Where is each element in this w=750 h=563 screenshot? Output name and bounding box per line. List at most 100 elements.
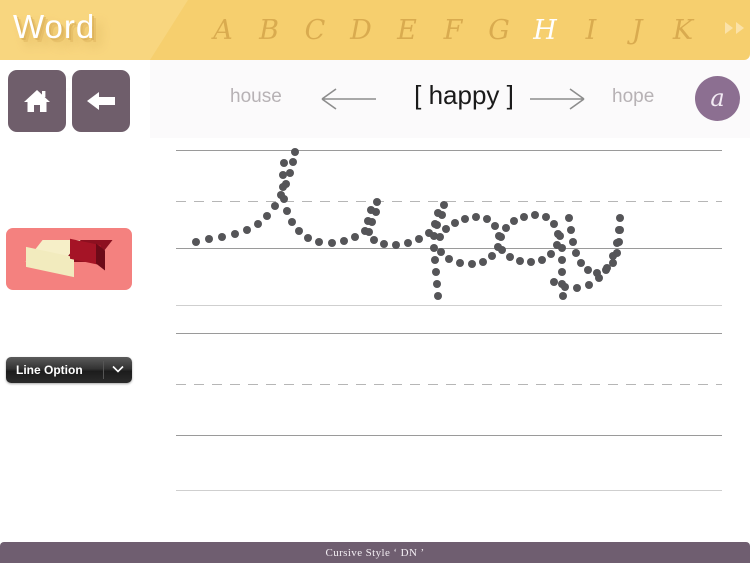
trace-dot bbox=[558, 244, 566, 252]
alphabet-letter-i[interactable]: I bbox=[568, 15, 614, 46]
trace-dot bbox=[328, 239, 336, 247]
trace-dot bbox=[442, 225, 450, 233]
page-title: Word bbox=[13, 8, 96, 45]
alphabet-letter-d[interactable]: D bbox=[338, 15, 384, 46]
alphabet-letter-j[interactable]: J bbox=[614, 15, 660, 46]
home-icon bbox=[24, 90, 50, 112]
next-word-button[interactable] bbox=[528, 84, 588, 114]
avatar-letter: a bbox=[710, 83, 725, 112]
next-word-label[interactable]: hope bbox=[612, 86, 654, 108]
ruled-line-7 bbox=[176, 490, 722, 491]
trace-dot bbox=[271, 202, 279, 210]
trace-dot bbox=[456, 259, 464, 267]
trace-dot bbox=[497, 233, 505, 241]
line-option-dropdown[interactable]: Line Option bbox=[6, 357, 132, 383]
previous-word-button[interactable] bbox=[318, 84, 378, 114]
home-button[interactable] bbox=[8, 70, 66, 132]
trace-dot bbox=[577, 259, 585, 267]
fast-forward-triangle-1 bbox=[725, 22, 733, 34]
current-word-label: [ happy ] bbox=[414, 80, 514, 110]
trace-dot bbox=[527, 258, 535, 266]
trace-dot bbox=[279, 183, 287, 191]
trace-dot bbox=[558, 268, 566, 276]
trace-dot bbox=[415, 235, 423, 243]
trace-dot bbox=[283, 207, 291, 215]
trace-dot bbox=[488, 252, 496, 260]
alphabet-strip[interactable]: A B C D E F G H I J K bbox=[200, 0, 706, 60]
trace-dot bbox=[192, 238, 200, 246]
alphabet-letter-c[interactable]: C bbox=[292, 15, 338, 46]
trace-dot bbox=[520, 213, 528, 221]
alphabet-letter-b[interactable]: B bbox=[246, 15, 292, 46]
trace-dot bbox=[280, 195, 288, 203]
trace-dot bbox=[565, 214, 573, 222]
trace-dot bbox=[218, 233, 226, 241]
ruled-line-1 bbox=[176, 201, 722, 202]
tool-sidebar: Line Option bbox=[0, 60, 150, 563]
trace-dot bbox=[367, 206, 375, 214]
trace-dot bbox=[404, 239, 412, 247]
trace-dot bbox=[483, 215, 491, 223]
alphabet-letter-k[interactable]: K bbox=[660, 15, 706, 46]
trace-dot bbox=[436, 233, 444, 241]
trace-dot bbox=[432, 268, 440, 276]
cursive-style-label: Cursive Style ‘ DN ’ bbox=[325, 546, 425, 559]
trace-dot bbox=[547, 250, 555, 258]
alphabet-letter-e[interactable]: E bbox=[384, 15, 430, 46]
alphabet-letter-g[interactable]: G bbox=[476, 15, 522, 46]
fast-forward-icon[interactable] bbox=[725, 22, 744, 34]
word-navigation-bar: house [ happy ] hope a bbox=[150, 60, 750, 138]
trace-dot bbox=[373, 198, 381, 206]
trace-dot bbox=[550, 220, 558, 228]
trace-dot bbox=[392, 241, 400, 249]
trace-dot bbox=[431, 256, 439, 264]
trace-dot bbox=[550, 278, 558, 286]
chevron-down-glyph bbox=[112, 365, 124, 373]
trace-dot bbox=[510, 217, 518, 225]
trace-dot bbox=[502, 224, 510, 232]
trace-dot bbox=[437, 248, 445, 256]
eraser-button[interactable] bbox=[6, 228, 132, 290]
trace-dot bbox=[559, 292, 567, 300]
alphabet-letter-h[interactable]: H bbox=[522, 15, 568, 46]
trace-dot bbox=[340, 237, 348, 245]
arrow-right-icon bbox=[530, 88, 585, 110]
alphabet-letter-f[interactable]: F bbox=[430, 15, 476, 46]
alphabet-letter-a[interactable]: A bbox=[200, 15, 246, 46]
ruled-line-2 bbox=[176, 248, 722, 249]
eraser-icon bbox=[25, 238, 113, 280]
trace-dot bbox=[616, 214, 624, 222]
ruled-line-4 bbox=[176, 333, 722, 334]
previous-word-label[interactable]: house bbox=[230, 86, 282, 108]
trace-dot bbox=[561, 283, 569, 291]
trace-dot bbox=[479, 258, 487, 266]
trace-dot bbox=[542, 213, 550, 221]
trace-dot bbox=[573, 284, 581, 292]
ruled-line-0 bbox=[176, 150, 722, 151]
trace-dot bbox=[433, 280, 441, 288]
trace-dot bbox=[243, 226, 251, 234]
back-arrow-icon bbox=[87, 92, 115, 110]
trace-dot bbox=[286, 169, 294, 177]
avatar[interactable]: a bbox=[695, 76, 740, 121]
writing-canvas[interactable] bbox=[150, 138, 750, 542]
back-button[interactable] bbox=[72, 70, 130, 132]
trace-dot bbox=[351, 233, 359, 241]
footer-bar: Cursive Style ‘ DN ’ bbox=[0, 542, 750, 563]
trace-dot bbox=[380, 240, 388, 248]
trace-dot bbox=[556, 232, 564, 240]
trace-dot bbox=[558, 256, 566, 264]
trace-dot bbox=[315, 238, 323, 246]
ruled-line-6 bbox=[176, 435, 722, 436]
trace-dot bbox=[615, 226, 623, 234]
ruled-line-3 bbox=[176, 305, 722, 306]
trace-dot bbox=[491, 222, 499, 230]
trace-dot bbox=[279, 171, 287, 179]
trace-dot bbox=[531, 211, 539, 219]
trace-dot bbox=[289, 158, 297, 166]
trace-dot bbox=[603, 264, 611, 272]
trace-dot bbox=[538, 256, 546, 264]
trace-dot bbox=[364, 217, 372, 225]
fast-forward-triangle-2 bbox=[736, 22, 744, 34]
chevron-down-icon bbox=[104, 364, 132, 376]
